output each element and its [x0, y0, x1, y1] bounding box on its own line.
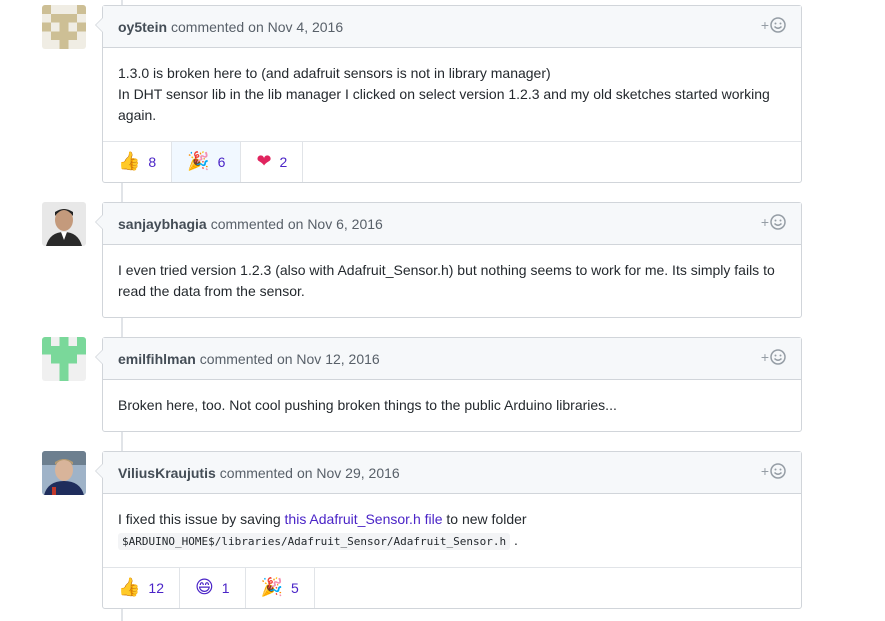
body-text: I fixed this issue by saving	[118, 511, 285, 527]
avatar-oy5tein[interactable]	[42, 5, 86, 49]
body-line: $ARDUINO_HOME$/libraries/Adafruit_Sensor…	[118, 530, 786, 552]
body-line: I even tried version 1.2.3 (also with Ad…	[118, 262, 775, 299]
comment-header: oy5tein commented on Nov 4, 2016 +	[103, 6, 801, 48]
reactions-bar: 👍 12 😄 1 🎉 5	[103, 567, 801, 608]
comment-card: sanjaybhagia commented on Nov 6, 2016 + …	[95, 202, 802, 318]
reaction-thumbs-up[interactable]: 👍 12	[103, 568, 180, 608]
tada-icon: 🎉	[187, 151, 210, 172]
smiley-icon	[770, 17, 786, 33]
author-link[interactable]: oy5tein	[118, 19, 167, 35]
comment-body: I fixed this issue by saving this Adafru…	[103, 494, 801, 567]
smiley-icon	[770, 214, 786, 230]
author-link[interactable]: emilfihlman	[118, 351, 196, 367]
file-link[interactable]: this Adafruit_Sensor.h file	[285, 511, 443, 527]
body-text: .	[510, 532, 518, 548]
comment-card: ViliusKraujutis commented on Nov 29, 201…	[95, 451, 802, 609]
reaction-count: 6	[217, 154, 226, 170]
comment-header: sanjaybhagia commented on Nov 6, 2016 +	[103, 203, 801, 245]
user-photo-icon	[42, 202, 86, 246]
commented-label: commented	[210, 215, 284, 232]
body-line: 1.3.0 is broken here to (and adafruit se…	[118, 65, 551, 81]
body-line: In DHT sensor lib in the lib manager I c…	[118, 86, 770, 123]
commented-label: commented	[171, 18, 245, 35]
reactions-bar: 👍 8 🎉 6 ❤ 2	[103, 141, 801, 182]
smiley-icon	[770, 349, 786, 365]
add-reaction-button[interactable]: +	[761, 463, 786, 479]
reaction-heart[interactable]: ❤ 2	[241, 142, 304, 182]
avatar-sanjaybhagia[interactable]	[42, 202, 86, 246]
reaction-count: 5	[290, 580, 299, 596]
comment-date-link[interactable]: on Nov 29, 2016	[297, 465, 400, 481]
tada-icon: 🎉	[260, 577, 283, 598]
comment-card: oy5tein commented on Nov 4, 2016 + 1.3.0…	[95, 5, 802, 183]
reaction-tada[interactable]: 🎉 6	[172, 142, 242, 182]
heart-icon: ❤	[256, 151, 272, 172]
reaction-tada[interactable]: 🎉 5	[246, 568, 315, 608]
author-link[interactable]: sanjaybhagia	[118, 216, 207, 232]
reaction-thumbs-up[interactable]: 👍 8	[103, 142, 173, 182]
user-photo-icon	[42, 451, 86, 495]
reaction-smile[interactable]: 😄 1	[180, 568, 246, 608]
commented-label: commented	[219, 464, 293, 481]
reaction-count: 2	[279, 154, 288, 170]
identicon-icon	[42, 337, 86, 381]
comment-body: 1.3.0 is broken here to (and adafruit se…	[103, 48, 801, 141]
smile-icon: 😄	[195, 577, 214, 598]
comment-header: emilfihlman commented on Nov 12, 2016 +	[103, 338, 801, 380]
thumbs-up-icon: 👍	[118, 151, 141, 172]
body-text: to new folder	[442, 511, 527, 527]
reaction-count: 1	[221, 580, 230, 596]
add-reaction-button[interactable]: +	[761, 214, 786, 230]
reaction-count: 8	[148, 154, 157, 170]
thumbs-up-icon: 👍	[118, 577, 141, 598]
comment-date-link[interactable]: on Nov 12, 2016	[277, 351, 380, 367]
identicon-icon	[42, 5, 86, 49]
comment-card: emilfihlman commented on Nov 12, 2016 + …	[95, 337, 802, 432]
avatar-viliuskraujutis[interactable]	[42, 451, 86, 495]
comment-body: Broken here, too. Not cool pushing broke…	[103, 380, 801, 431]
add-reaction-button[interactable]: +	[761, 17, 786, 33]
reaction-count: 12	[148, 580, 164, 596]
comment-date-link[interactable]: on Nov 4, 2016	[248, 19, 343, 35]
add-reaction-button[interactable]: +	[761, 349, 786, 365]
body-line: I fixed this issue by saving this Adafru…	[118, 509, 786, 530]
comment-body: I even tried version 1.2.3 (also with Ad…	[103, 245, 801, 317]
smiley-icon	[770, 463, 786, 479]
comment-header: ViliusKraujutis commented on Nov 29, 201…	[103, 452, 801, 494]
path-code: $ARDUINO_HOME$/libraries/Adafruit_Sensor…	[118, 533, 511, 550]
commented-label: commented	[199, 350, 273, 367]
comment-date-link[interactable]: on Nov 6, 2016	[288, 216, 383, 232]
body-line: Broken here, too. Not cool pushing broke…	[118, 397, 617, 413]
author-link[interactable]: ViliusKraujutis	[118, 465, 216, 481]
avatar-emilfihlman[interactable]	[42, 337, 86, 381]
